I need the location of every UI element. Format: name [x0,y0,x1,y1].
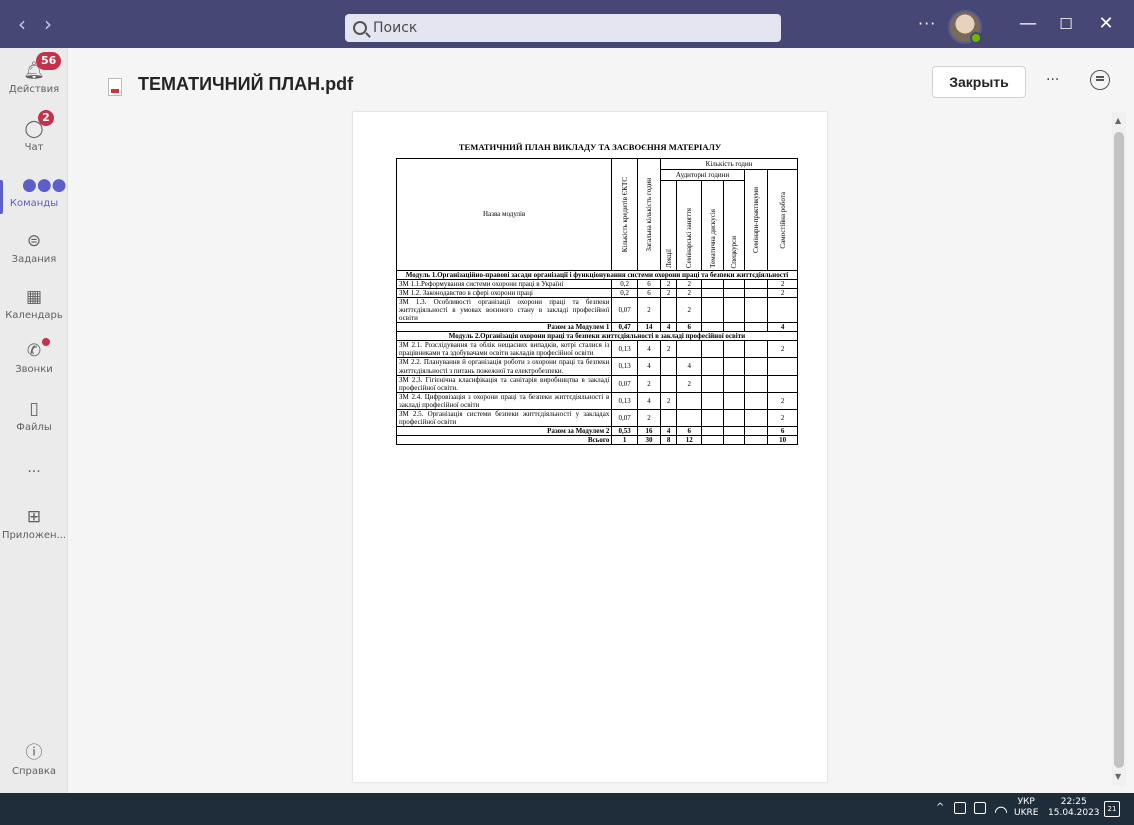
header-seminars: Семінарські заняття [676,180,703,271]
header-lectures: Лекції [660,180,678,271]
scroll-up-icon[interactable]: ▲ [1115,116,1121,125]
rail-item-apps[interactable]: ⊞ Приложен... [0,506,68,562]
rail-item-files[interactable]: ▯ Файлы [0,398,68,454]
phone-icon: ✆ [22,338,50,362]
help-icon: ⓘ [25,743,43,763]
teams-icon: ●●● [22,175,67,195]
chat-badge: 2 [38,110,54,126]
table-row: ЗМ 2.5. Організація системи безпеки житт… [395,408,798,427]
show-hidden-icons-icon[interactable]: ^ [936,802,944,813]
rail-item-assignments[interactable]: ⊜ Задания [0,230,68,286]
header-hours: Кількість годин [660,158,798,170]
presence-available-icon [970,32,982,44]
chat-icon: ◯ 2 [22,110,54,140]
rail-item-calls[interactable]: ✆ Звонки [0,338,68,396]
minimize-icon[interactable]: — [1016,12,1040,36]
more-apps-icon: ... [27,460,41,476]
rail-item-activity[interactable]: 🔔︎ 56 Действия [0,52,68,116]
header-self-work: Самостійна робота [767,169,798,271]
rail-item-calendar[interactable]: ▦ Календарь [0,286,68,342]
header-credits: Кількість кредитів ЄКТС [611,158,638,271]
module-1-title: Модуль 1.Організаційно-правові засади ор… [396,269,798,281]
wifi-icon[interactable]: ◠ [994,802,1008,821]
backpack-icon: ⊜ [26,231,42,251]
module-2-title: Модуль 2.Організація охорони праці та бе… [396,331,798,342]
table-row: ЗМ 1.1.Реформування системи охорони прац… [395,279,798,290]
avatar[interactable] [948,10,982,44]
vertical-scrollbar[interactable]: ▲ ▼ [1112,112,1126,786]
more-options-icon[interactable]: ··· [1046,72,1059,88]
clock[interactable]: 22:25 15.04.2023 [1048,797,1100,819]
more-options-icon[interactable]: ··· [918,14,936,33]
header-practicum: Семінари-практикуми [743,169,769,271]
back-arrow-icon[interactable]: ‹ [12,14,32,34]
activity-badge: 56 [36,52,62,70]
table-row: ЗМ 2.2. Планування й організація роботи … [395,357,798,376]
scrollbar-thumb[interactable] [1114,132,1124,768]
header-discussion: Тематична дискусія [701,180,724,271]
apps-icon: ⊞ [26,507,42,527]
windows-taskbar: ^ ◠ УКР UKRE 22:25 15.04.2023 21 [0,793,1134,825]
search-placeholder: Поиск [373,20,418,36]
bell-icon: 🔔︎ 56 [22,52,62,82]
rail-item-label: Календарь [5,310,63,321]
maximize-icon[interactable]: ☐ [1054,12,1078,36]
module-1-total-row: Разом за Модулем 1 0,47 14 4 6 4 [395,322,798,333]
left-rail: 🔔︎ 56 Действия ◯ 2 Чат ●●● Команды ⊜ Задан… [0,48,68,793]
rail-item-label: Справка [11,766,57,777]
file-header: ТЕМАТИЧНИЙ ПЛАН.pdf Закрыть ··· [68,48,1134,112]
conversation-icon[interactable] [1090,70,1110,90]
title-bar: ‹ › Поиск ··· — ☐ ✕ [0,0,1134,48]
header-special-courses: Спецкурси [722,180,745,271]
rail-item-label: Файлы [16,422,52,433]
pdf-page: ТЕМАТИЧНИЙ ПЛАН ВИКЛАДУ ТА ЗАСВОЄННЯ МАТ… [353,112,827,782]
network-drive-icon[interactable] [954,802,966,814]
language-indicator[interactable]: УКР UKRE [1014,797,1038,819]
table-row: ЗМ 2.4. Цифровізація з охорони праці та … [395,391,798,410]
search-icon [353,21,367,35]
file-icon: ▯ [29,399,39,419]
grand-total-row: Всього 1 30 8 12 10 [395,434,798,445]
header-total-hours: Загальна кількість годин [636,158,662,271]
rail-item-label: Задания [11,254,57,265]
rail-item-help[interactable]: ⓘ Справка [0,742,68,798]
notifications-icon[interactable]: 21 [1104,801,1120,817]
scroll-down-icon[interactable]: ▼ [1115,772,1121,781]
table-row: ЗМ 1.2. Законодавство в сфері охорони пр… [395,288,798,299]
document-heading: ТЕМАТИЧНИЙ ПЛАН ВИКЛАДУ ТА ЗАСВОЄННЯ МАТ… [458,142,722,152]
forward-arrow-icon[interactable]: › [38,14,58,34]
rail-item-label: Приложен... [1,530,67,541]
table-row: ЗМ 2.3. Гігієнічна класифікація та саніт… [395,374,798,393]
thematic-plan-table: Назва модулів Кількість кредитів ЄКТС За… [395,158,798,445]
rail-item-label: Чат [24,142,44,153]
calendar-icon: ▦ [25,287,43,307]
close-window-icon[interactable]: ✕ [1094,12,1118,36]
rail-item-chat[interactable]: ◯ 2 Чат [0,110,68,174]
close-button[interactable]: Закрыть [932,66,1026,98]
pdf-file-icon [108,78,122,96]
page-title: ТЕМАТИЧНИЙ ПЛАН.pdf [138,74,354,94]
header-auditory: Аудиторні години [660,169,745,181]
search-input[interactable]: Поиск [345,14,781,42]
rail-item-teams[interactable]: ●●● Команды [0,174,68,230]
rail-item-label: Команды [9,198,59,209]
header-module-name: Назва модулів [395,158,613,271]
rail-item-label: Действия [8,84,60,95]
table-row: ЗМ 2.1. Розслідування та облік нещасних … [395,340,798,359]
module-2-total-row: Разом за Модулем 2 0,53 16 4 6 6 [395,425,798,436]
calls-dot-badge [42,338,50,346]
rail-item-label: Звонки [15,364,53,375]
table-row: ЗМ 1.3. Особливості організації охорони … [395,297,798,324]
tray-app-icon[interactable] [974,802,986,814]
pdf-viewer[interactable]: ТЕМАТИЧНИЙ ПЛАН ВИКЛАДУ ТА ЗАСВОЄННЯ МАТ… [68,112,1134,793]
